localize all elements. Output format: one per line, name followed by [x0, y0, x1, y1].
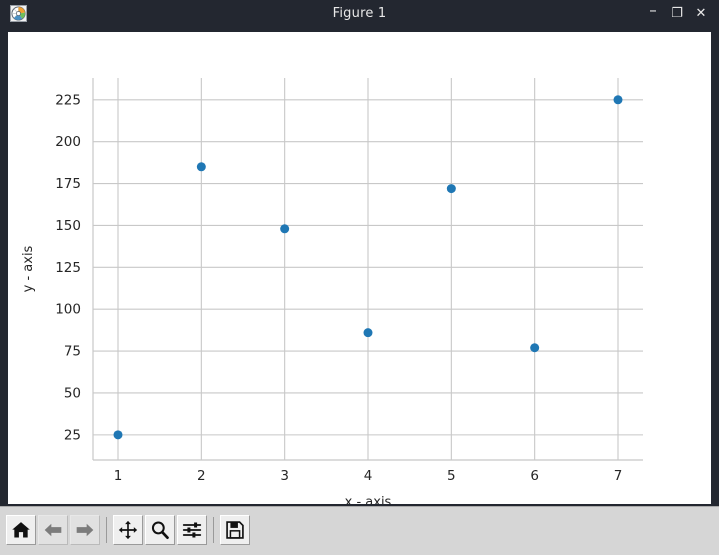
y-tick-label: 75 — [64, 344, 81, 360]
data-point — [530, 343, 540, 353]
x-tick-label: 2 — [197, 468, 206, 484]
data-point — [613, 95, 623, 105]
y-tick-label: 175 — [55, 176, 81, 192]
data-point — [280, 224, 290, 234]
x-tick-label: 6 — [530, 468, 539, 484]
y-tick-label: 200 — [55, 134, 81, 150]
data-point — [446, 184, 456, 194]
y-tick-label: 25 — [64, 427, 81, 443]
back-arrow-icon — [44, 523, 62, 537]
x-axis-label: x - axis — [345, 495, 392, 504]
y-axis-label: y - axis — [21, 245, 36, 292]
forward-arrow-icon — [76, 523, 94, 537]
magnifier-icon — [151, 521, 169, 540]
x-tick-label: 3 — [280, 468, 289, 484]
x-tick-label: 5 — [447, 468, 456, 484]
x-tick-label: 7 — [614, 468, 623, 484]
sliders-icon — [182, 522, 202, 538]
y-tick-label: 225 — [55, 92, 81, 108]
back-button[interactable] — [38, 515, 68, 545]
data-point — [196, 162, 206, 172]
x-tick-label: 1 — [114, 468, 123, 484]
toolbar-separator-2 — [213, 517, 214, 543]
figure-window: Figure 1 – ❐ ✕ 25 50 75 100 125 150 175 200 225 … — [0, 0, 719, 555]
forward-button[interactable] — [70, 515, 100, 545]
floppy-disk-icon — [226, 521, 244, 539]
data-point — [113, 430, 123, 440]
window-titlebar[interactable]: Figure 1 – ❐ ✕ — [0, 0, 719, 27]
save-button[interactable] — [220, 515, 250, 545]
pan-move-icon — [118, 520, 138, 540]
maximize-button[interactable]: ❐ — [665, 0, 689, 27]
x-tick-label: 4 — [364, 468, 373, 484]
y-tick-label: 100 — [55, 302, 81, 318]
home-icon — [12, 522, 30, 538]
y-tick-label: 50 — [64, 385, 81, 401]
y-tick-label: 150 — [55, 218, 81, 234]
navigation-toolbar — [0, 506, 719, 555]
window-title: Figure 1 — [332, 6, 387, 21]
data-point — [363, 328, 373, 338]
toolbar-buttons — [6, 512, 252, 548]
window-controls: – ❐ ✕ — [641, 0, 713, 27]
home-button[interactable] — [6, 515, 36, 545]
pan-button[interactable] — [113, 515, 143, 545]
figure-canvas[interactable]: 25 50 75 100 125 150 175 200 225 1 2 3 4 5 6 7 x - axi… — [8, 32, 711, 504]
y-tick-label: 125 — [55, 260, 81, 276]
configure-subplots-button[interactable] — [177, 515, 207, 545]
minimize-button[interactable]: – — [641, 0, 665, 31]
scatter-plot: 25 50 75 100 125 150 175 200 225 1 2 3 4 5 6 7 x - axi… — [8, 32, 711, 504]
toolbar-separator-1 — [106, 517, 107, 543]
close-button[interactable]: ✕ — [689, 0, 713, 27]
plot-background — [8, 32, 711, 504]
zoom-button[interactable] — [145, 515, 175, 545]
